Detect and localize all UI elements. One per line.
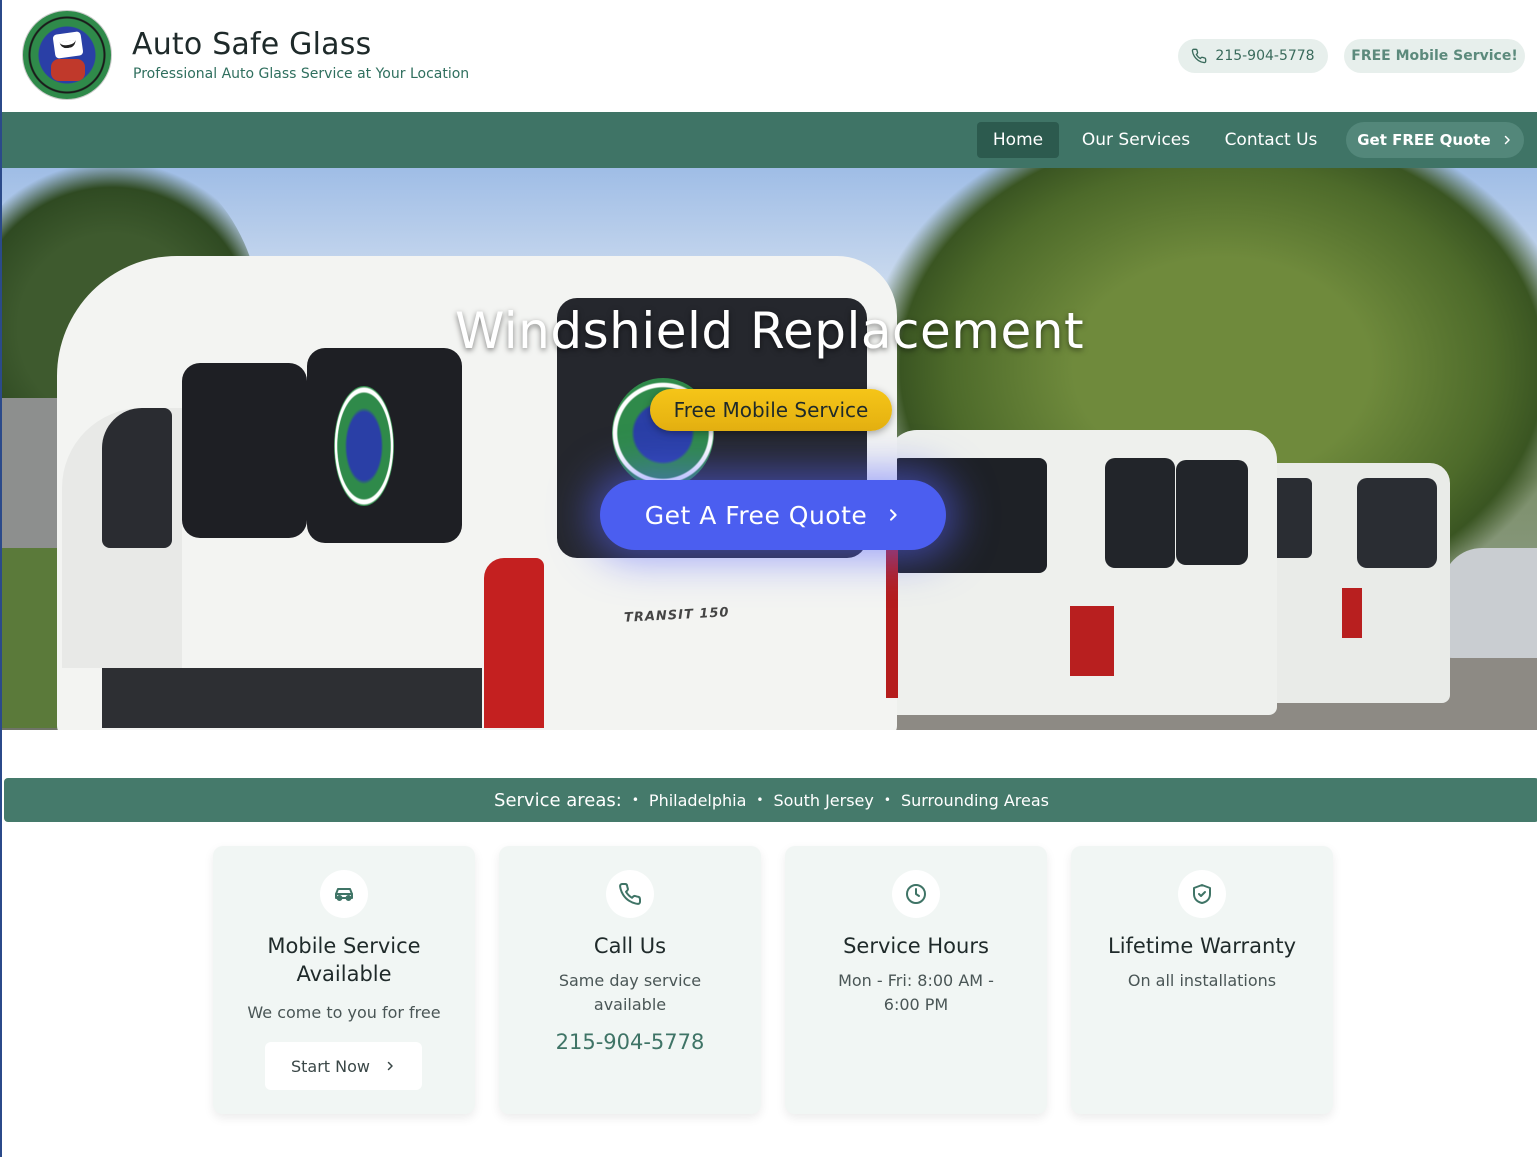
card-description: Mon - Fri: 8:00 AM - 6:00 PM bbox=[838, 971, 994, 1014]
feature-card-mobile-service: Mobile Service Available We come to you … bbox=[213, 846, 475, 1114]
shield-check-icon bbox=[1193, 884, 1211, 904]
hero-title: Windshield Replacement bbox=[454, 302, 1085, 360]
feature-card-lifetime-warranty: Lifetime Warranty On all installations bbox=[1071, 846, 1333, 1114]
free-mobile-service-badge[interactable]: FREE Mobile Service! bbox=[1344, 39, 1525, 73]
chevron-right-icon bbox=[1504, 135, 1510, 145]
card-title: Call Us bbox=[593, 934, 667, 958]
card-title: Mobile Service Available bbox=[267, 934, 421, 986]
card-icon-circle bbox=[1178, 870, 1226, 918]
logo-mascot-body bbox=[51, 59, 85, 81]
hero-car-silver bbox=[1442, 548, 1537, 658]
start-now-button[interactable]: Start Now bbox=[265, 1042, 422, 1090]
card-description: On all installations bbox=[1127, 971, 1277, 990]
car-icon bbox=[335, 888, 353, 901]
service-area-item: Philadelphia bbox=[648, 790, 747, 810]
phone-icon bbox=[1192, 48, 1207, 64]
card-phone-link[interactable]: 215-904-5778 bbox=[499, 1030, 761, 1054]
hero-van-third-taillight bbox=[1342, 588, 1362, 638]
bullet-separator: • bbox=[631, 793, 639, 807]
bullet-separator: • bbox=[883, 793, 891, 807]
hero-cta-label: Get A Free Quote bbox=[644, 500, 868, 530]
hero-van-main-taillight bbox=[484, 558, 544, 728]
hero-van-main-window-1 bbox=[182, 363, 307, 538]
hero-free-mobile-badge: Free Mobile Service bbox=[650, 389, 892, 431]
card-icon-circle bbox=[320, 870, 368, 918]
clock-icon bbox=[906, 884, 926, 904]
nav-get-quote-label: Get FREE Quote bbox=[1357, 131, 1491, 149]
nav-item-contact-us[interactable]: Contact Us bbox=[1212, 122, 1330, 158]
site-header: Auto Safe Glass Professional Auto Glass … bbox=[2, 0, 1537, 112]
card-icon-circle bbox=[606, 870, 654, 918]
feature-card-service-hours: Service Hours Mon - Fri: 8:00 AM - 6:00 … bbox=[785, 846, 1047, 1114]
phone-icon bbox=[619, 882, 642, 905]
card-icon-circle bbox=[892, 870, 940, 918]
hero-van-logo-decal bbox=[334, 386, 394, 506]
feature-card-call-us: Call Us Same day service available 215-9… bbox=[499, 846, 761, 1114]
header-phone-number: 215-904-5778 bbox=[1215, 48, 1315, 64]
hero-van-second-taillight bbox=[1070, 606, 1114, 676]
hero-van-main-taillight-right bbox=[886, 548, 898, 698]
nav-item-our-services[interactable]: Our Services bbox=[1070, 122, 1202, 158]
brand-logo[interactable] bbox=[22, 10, 112, 100]
start-now-label: Start Now bbox=[290, 1056, 370, 1076]
card-title: Lifetime Warranty bbox=[1108, 934, 1296, 958]
service-area-item: Surrounding Areas bbox=[900, 790, 1049, 810]
hero-van-third-rear-window bbox=[1357, 478, 1437, 568]
main-nav: Home Our Services Contact Us Get FREE Qu… bbox=[2, 112, 1537, 168]
hero-get-quote-button[interactable]: Get A Free Quote bbox=[600, 480, 946, 550]
hero-van-main-bumper bbox=[102, 668, 482, 728]
card-description: We come to you for free bbox=[247, 1003, 441, 1022]
logo-mascot-face bbox=[52, 31, 84, 59]
service-areas-label: Service areas: bbox=[494, 789, 622, 811]
hero-van-second-rear-window-left bbox=[1105, 458, 1175, 568]
bullet-separator: • bbox=[756, 793, 764, 807]
hero-van-main-front-window bbox=[102, 408, 172, 548]
nav-get-quote-button[interactable]: Get FREE Quote bbox=[1346, 122, 1524, 158]
chevron-right-icon bbox=[387, 1061, 393, 1071]
card-title: Service Hours bbox=[843, 934, 989, 958]
nav-item-home[interactable]: Home bbox=[977, 122, 1059, 158]
brand-title[interactable]: Auto Safe Glass bbox=[132, 27, 371, 62]
service-areas-bar: Service areas: • Philadelphia • South Je… bbox=[4, 778, 1537, 822]
hero-van-second-rear-window-right bbox=[1176, 460, 1248, 565]
page: Auto Safe Glass Professional Auto Glass … bbox=[0, 0, 1537, 1157]
card-description: Same day service available bbox=[558, 971, 702, 1014]
chevron-right-icon bbox=[890, 509, 897, 521]
header-phone-button[interactable]: 215-904-5778 bbox=[1178, 39, 1328, 73]
brand-subtitle: Professional Auto Glass Service at Your … bbox=[133, 66, 470, 82]
service-area-item: South Jersey bbox=[773, 790, 874, 810]
hero-banner: TRANSIT 150 Windshield Replacement Free … bbox=[2, 168, 1537, 730]
